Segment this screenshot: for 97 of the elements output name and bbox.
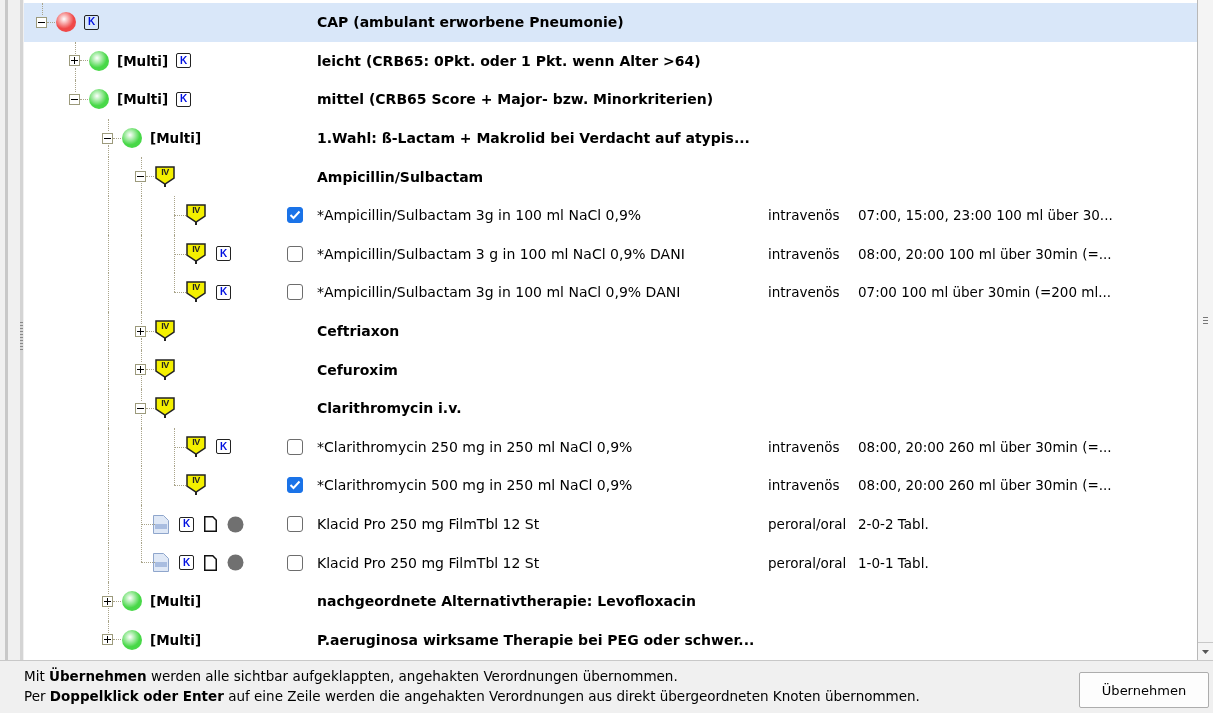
order-name: Clarithromycin i.v. [317, 400, 463, 417]
status-dot-icon [227, 554, 244, 572]
iv-shield-icon: IV [155, 397, 175, 420]
order-name: *Ampicillin/Sulbactam 3g in 100 ml NaCl 0,9% [317, 207, 643, 224]
order-name: 1.Wahl: ß-Lactam + Makrolid bei Verdacht auf atypis... [317, 130, 751, 147]
tree-row[interactable]: [Multi] 1.Wahl: ß-Lactam + Makrolid bei Verdacht auf atypis... [24, 118, 1197, 158]
tree-row[interactable]: IV Clarithromycin i.v. [24, 388, 1197, 428]
tree-row[interactable]: IV K *Ampicillin/Sulbactam 3g in 100 ml NaCl 0,9% DANI intravenös 07:00 100 ml über 30min (=200 ml... [24, 273, 1197, 312]
document-icon [153, 553, 169, 573]
order-name: Cefuroxim [317, 361, 399, 378]
tree-row[interactable]: [Multi] P.aeruginosa wirksame Therapie bei PEG oder schwer... [24, 620, 1197, 660]
order-name: CAP (ambulant erworbene Pneumonie) [317, 14, 625, 31]
expand-toggle[interactable] [102, 595, 113, 607]
route-text: intravenös [768, 284, 841, 301]
hint-text: Per Doppelklick oder Enter auf eine Zeile werden die angehakten Verordnungen aus direkt übergeordneten Knoten übernommen. [24, 688, 921, 704]
iv-shield-icon: IV [186, 242, 206, 265]
order-name: mittel (CRB65 Score + Major- bzw. Minorkriterien) [317, 91, 715, 108]
checkbox[interactable] [287, 554, 303, 571]
status-dot-icon [227, 515, 244, 533]
checkbox[interactable] [287, 477, 303, 494]
splitter-handle[interactable] [20, 322, 23, 352]
page-icon [204, 516, 217, 532]
expand-toggle[interactable] [102, 634, 113, 646]
checkbox[interactable] [287, 438, 303, 455]
k-icon: K [179, 516, 194, 532]
tree-row[interactable]: [Multi] K leicht (CRB65: 0Pkt. oder 1 Pkt. wenn Alter >64) [24, 41, 1197, 81]
route-text: peroral/oral [768, 516, 848, 532]
order-name: Klacid Pro 250 mg FilmTbl 12 St [317, 554, 541, 571]
iv-shield-icon: IV [155, 358, 175, 381]
order-name: leicht (CRB65: 0Pkt. oder 1 Pkt. wenn Alter >64) [317, 52, 702, 69]
route-text: intravenös [768, 207, 841, 224]
iv-shield-icon: IV [186, 281, 206, 304]
order-name: *Clarithromycin 500 mg in 250 ml NaCl 0,9% [317, 477, 634, 494]
multi-tag: [Multi] [117, 91, 169, 108]
collapse-toggle[interactable] [135, 402, 146, 414]
order-name: P.aeruginosa wirksame Therapie bei PEG oder schwer... [317, 631, 756, 648]
order-name: *Ampicillin/Sulbactam 3g in 100 ml NaCl 0,9% DANI [317, 284, 682, 301]
dosage-text: 08:00, 20:00 260 ml über 30min (=... [858, 477, 1112, 494]
order-name: Klacid Pro 250 mg FilmTbl 12 St [317, 516, 541, 532]
hint-text: Mit Übernehmen werden alle sichtbar aufgeklappten, angehakten Verordnungen übernommen. [24, 668, 679, 684]
document-icon [153, 514, 169, 534]
route-text: intravenös [768, 477, 841, 494]
k-icon: K [216, 284, 231, 300]
dosage-text: 07:00, 15:00, 23:00 100 ml über 30... [858, 207, 1113, 224]
route-text: peroral/oral [768, 554, 848, 571]
iv-shield-icon: IV [186, 204, 206, 227]
dosage-text: 2-0-2 Tabl. [858, 516, 929, 532]
k-icon: K [176, 92, 192, 107]
expand-toggle[interactable] [69, 55, 80, 67]
multi-tag: [Multi] [150, 130, 202, 147]
checkbox[interactable] [287, 245, 303, 262]
dosage-text: 1-0-1 Tabl. [858, 554, 929, 571]
order-name: Ampicillin/Sulbactam [317, 168, 485, 185]
tree-row[interactable]: [Multi] nachgeordnete Alternativtherapie: Levofloxacin [24, 581, 1197, 621]
collapse-toggle[interactable] [102, 132, 113, 144]
dosage-text: 08:00, 20:00 100 ml über 30min (=... [858, 245, 1112, 262]
tree-row[interactable]: IV Cefuroxim [24, 350, 1197, 389]
checkbox[interactable] [287, 516, 303, 532]
k-icon: K [179, 555, 194, 571]
tree-row[interactable]: IV K *Clarithromycin 250 mg in 250 ml NaCl 0,9% intravenös 08:00, 20:00 260 ml über 30min (=... [24, 427, 1197, 467]
tree-row[interactable]: IV Ceftriaxon [24, 311, 1197, 351]
tree-row[interactable]: IV K *Ampicillin/Sulbactam 3 g in 100 ml NaCl 0,9% DANI intravenös 08:00, 20:00 100 ml über 30min (=... [24, 234, 1197, 274]
k-icon: K [216, 246, 231, 262]
apply-button[interactable]: Übernehmen [1079, 672, 1209, 708]
collapse-toggle[interactable] [135, 171, 146, 183]
k-icon: K [84, 14, 99, 30]
tree-row[interactable]: K CAP (ambulant erworbene Pneumonie) [24, 3, 1197, 42]
order-name: *Ampicillin/Sulbactam 3 g in 100 ml NaCl 0,9% DANI [317, 245, 686, 262]
route-text: intravenös [768, 245, 841, 262]
iv-shield-icon: IV [155, 165, 175, 188]
expand-toggle[interactable] [135, 325, 146, 337]
tree-row[interactable]: [Multi] K mittel (CRB65 Score + Major- bzw. Minorkriterien) [24, 80, 1197, 119]
multi-tag: [Multi] [150, 631, 202, 648]
expand-toggle[interactable] [135, 364, 146, 376]
checkbox[interactable] [287, 207, 303, 224]
iv-shield-icon: IV [186, 435, 206, 458]
multi-tag: [Multi] [117, 52, 169, 69]
k-icon: K [176, 53, 192, 69]
collapse-toggle[interactable] [36, 16, 47, 28]
order-name: *Clarithromycin 250 mg in 250 ml NaCl 0,9% [317, 438, 634, 455]
collapse-toggle[interactable] [69, 94, 80, 105]
tree-row[interactable]: IV *Clarithromycin 500 mg in 250 ml NaCl 0,9% intravenös 08:00, 20:00 260 ml über 30min (=... [24, 466, 1197, 505]
tree-row[interactable]: IV *Ampicillin/Sulbactam 3g in 100 ml NaCl 0,9% intravenös 07:00, 15:00, 23:00 100 ml über 30... [24, 195, 1197, 235]
route-text: intravenös [768, 438, 841, 455]
dosage-text: 08:00, 20:00 260 ml über 30min (=... [858, 438, 1112, 455]
multi-tag: [Multi] [150, 593, 202, 610]
checkbox[interactable] [287, 284, 303, 301]
tree-row[interactable]: IV Ampicillin/Sulbactam [24, 157, 1197, 196]
iv-shield-icon: IV [186, 474, 206, 497]
page-icon [204, 554, 217, 571]
k-icon: K [216, 439, 231, 455]
tree-row[interactable]: K Klacid Pro 250 mg FilmTbl 12 St peroral/oral 1-0-1 Tabl. [24, 543, 1197, 582]
tree-row[interactable]: K Klacid Pro 250 mg FilmTbl 12 St peroral/oral 2-0-2 Tabl. [24, 504, 1197, 544]
order-name: nachgeordnete Alternativtherapie: Levofloxacin [317, 593, 697, 610]
down-arrow-icon [1202, 649, 1209, 654]
order-name: Ceftriaxon [317, 323, 401, 340]
dosage-text: 07:00 100 ml über 30min (=200 ml... [858, 284, 1112, 301]
